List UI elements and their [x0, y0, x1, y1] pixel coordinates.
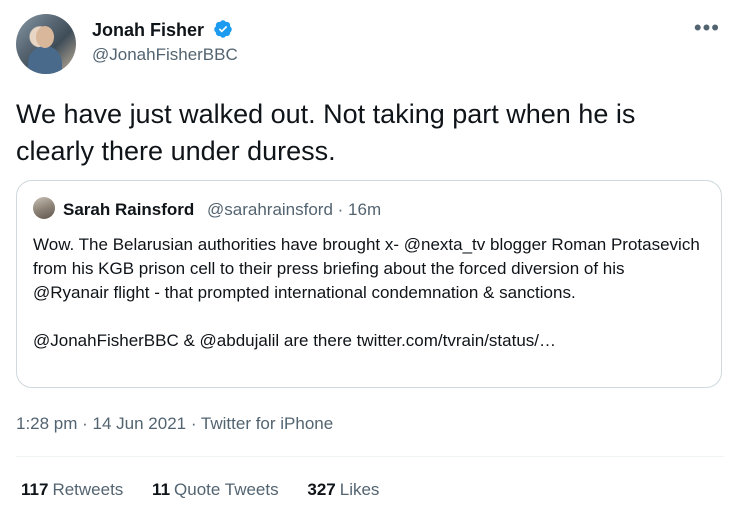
author-avatar[interactable]: [16, 14, 76, 74]
avatar-figure-body: [28, 46, 62, 74]
retweets-count: 117: [21, 480, 49, 499]
avatar-figure-head: [36, 26, 54, 48]
author-name-row[interactable]: Jonah Fisher: [92, 19, 233, 41]
quote-tweets-count: 11: [152, 480, 171, 499]
quoted-author-meta: @sarahrainsford · 16m: [207, 200, 382, 219]
engagement-stats: 117 Retweets 11 Quote Tweets 327 Likes: [21, 480, 403, 500]
likes-stat[interactable]: 327 Likes: [307, 480, 379, 500]
retweets-stat[interactable]: 117 Retweets: [21, 480, 123, 500]
quoted-author-avatar: [33, 197, 55, 219]
verified-badge-icon: [214, 20, 232, 38]
author-name[interactable]: Jonah Fisher: [92, 20, 204, 40]
author-handle[interactable]: @JonahFisherBBC: [92, 45, 238, 65]
retweets-label: Retweets: [52, 480, 124, 499]
quoted-tweet-card[interactable]: Sarah Rainsford @sarahrainsford · 16m Wo…: [16, 180, 722, 388]
divider: [16, 456, 724, 457]
quoted-author-name: Sarah Rainsford: [63, 200, 195, 219]
tweet-timestamp[interactable]: 1:28 pm · 14 Jun 2021 · Twitter for iPho…: [16, 414, 333, 434]
tweet-text: We have just walked out. Not taking part…: [16, 99, 636, 166]
likes-label: Likes: [339, 480, 380, 499]
quoted-tweet-text: Wow. The Belarusian authorities have bro…: [33, 235, 700, 350]
more-options-icon[interactable]: •••: [694, 17, 720, 39]
quote-tweets-label: Quote Tweets: [174, 480, 279, 499]
quote-tweets-stat[interactable]: 11 Quote Tweets: [152, 480, 279, 500]
likes-count: 327: [307, 480, 336, 499]
